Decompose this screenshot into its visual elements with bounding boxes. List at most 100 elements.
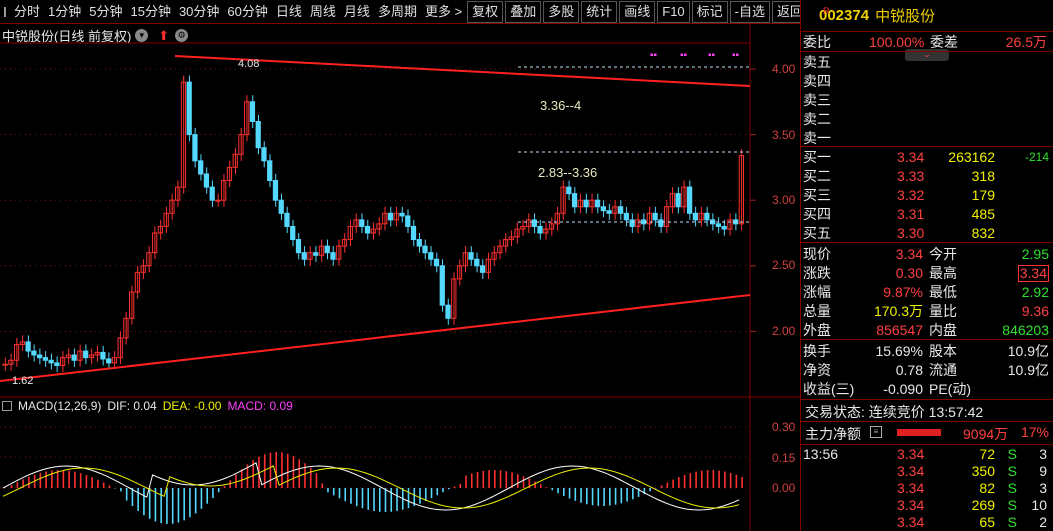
sell-level-label: 卖五: [803, 54, 831, 70]
tick-count: 10: [1031, 497, 1047, 513]
annotation-lower: 2.83--3.36: [538, 165, 598, 180]
tick-volume: 65: [979, 514, 995, 530]
sell-level-label: 卖四: [803, 73, 831, 89]
buy-level-label: 买五: [803, 225, 831, 241]
buy-volume: 179: [971, 187, 995, 203]
fund-label: 净资: [803, 362, 831, 378]
buy-volume: 263162: [948, 149, 995, 165]
tick-time: 13:56: [803, 446, 839, 462]
fund-label: 股本: [929, 343, 957, 359]
macd-dea: DEA: -0.00: [162, 399, 222, 413]
macd-value: MACD: 0.09: [227, 399, 293, 413]
main-flow-value: 9094万: [963, 426, 1009, 442]
stat-value: 3.34: [895, 246, 923, 262]
buy-level-row[interactable]: 买五 3.30 832: [803, 224, 1051, 243]
trade-status: 交易状态: 连续竞价 13:57:42: [805, 404, 984, 420]
tick-row: 3.34 350 S 9: [803, 463, 1051, 480]
stat-label: 最低: [929, 284, 957, 300]
sell-level-label: 卖二: [803, 111, 831, 127]
stat-row: 涨幅 9.87% 最低 2.92: [803, 283, 1051, 302]
high-label: 4.08: [238, 58, 260, 70]
main-flow-pct: 17%: [1020, 424, 1049, 440]
buy-price: 3.34: [897, 149, 925, 165]
buy-price: 3.32: [897, 187, 925, 203]
candlestick-chart[interactable]: ▪▪ ▪▪ ▪▪ ▪▪: [0, 0, 800, 531]
buy-level-row[interactable]: 买一 3.34 263162 -214: [803, 148, 1051, 167]
sell-level-row: 卖五: [803, 53, 1051, 72]
stat-value: 9.87%: [883, 284, 923, 300]
stat-label: 总量: [803, 303, 831, 319]
stat-row: 总量 170.3万 量比 9.36: [803, 302, 1051, 321]
tick-price: 3.34: [897, 446, 925, 462]
main-flow-label: 主力净额: [805, 426, 861, 442]
tick-side: S: [1007, 463, 1017, 479]
stat-value: 0.30: [895, 265, 923, 281]
buy-level-row[interactable]: 买四 3.31 485: [803, 205, 1051, 224]
fundamental-row: 净资 0.78 流通 10.9亿: [803, 361, 1051, 380]
fund-value: 10.9亿: [1007, 343, 1049, 359]
macd-title: MACD(12,26,9) DIF: 0.04 DEA: -0.00 MACD:…: [2, 399, 293, 413]
tick-price: 3.34: [897, 463, 925, 479]
stat-label: 涨跌: [803, 265, 831, 281]
buy-level-label: 买三: [803, 187, 831, 203]
tick-count: 9: [1039, 463, 1047, 479]
tick-row: 3.34 269 S 10: [803, 497, 1051, 514]
r-tag: R: [823, 6, 830, 16]
stat-value: 170.3万: [873, 303, 923, 319]
stat-row: 外盘 856547 内盘 846203: [803, 321, 1051, 340]
stat-label: 最高: [929, 265, 957, 281]
svg-text:▪▪: ▪▪: [732, 50, 740, 61]
fund-value: 10.9亿: [1007, 362, 1049, 378]
buy-price: 3.30: [897, 225, 925, 241]
tick-price: 3.34: [897, 514, 925, 530]
tick-volume: 350: [971, 463, 995, 479]
low-label: 1.62: [12, 375, 34, 387]
fund-value: 15.69%: [875, 343, 923, 359]
weibi-label: 委比: [803, 34, 831, 50]
tick-price: 3.34: [897, 480, 925, 496]
svg-text:▪▪: ▪▪: [650, 50, 658, 61]
buy-price: 3.31: [897, 206, 925, 222]
stat-value: 2.92: [1021, 284, 1049, 300]
stat-value: 9.36: [1021, 303, 1049, 319]
menu-icon[interactable]: ≡: [870, 426, 882, 438]
tick-count: 3: [1039, 446, 1047, 462]
tick-volume: 72: [979, 446, 995, 462]
fund-label: PE(动): [929, 381, 971, 397]
stat-row: 涨跌 0.30 最高 3.34: [803, 264, 1051, 283]
stat-value: 856547: [876, 322, 923, 338]
buy-price: 3.33: [897, 168, 925, 184]
buy-volume: 485: [971, 206, 995, 222]
buy-level-row[interactable]: 买二 3.33 318: [803, 167, 1051, 186]
buy-volume: 318: [971, 168, 995, 184]
tick-count: 2: [1039, 514, 1047, 530]
sell-level-row: 卖四: [803, 72, 1051, 91]
buy-level-label: 买一: [803, 149, 831, 165]
buy-change: -214: [1024, 150, 1049, 164]
sell-level-label: 卖三: [803, 92, 831, 108]
stat-value: 3.34: [1017, 265, 1049, 282]
stat-row: 现价 3.34 今开 2.95: [803, 245, 1051, 264]
buy-volume: 832: [971, 225, 995, 241]
fundamental-row: 换手 15.69% 股本 10.9亿: [803, 342, 1051, 361]
buy-level-label: 买二: [803, 168, 831, 184]
stat-value: 846203: [1002, 322, 1049, 338]
tick-volume: 269: [971, 497, 995, 513]
sell-level-row: 卖二: [803, 110, 1051, 129]
stat-label: 量比: [929, 303, 957, 319]
buy-level-row[interactable]: 买三 3.32 179: [803, 186, 1051, 205]
annotation-upper: 3.36--4: [540, 98, 582, 113]
stat-label: 今开: [929, 246, 957, 262]
stat-label: 现价: [803, 246, 831, 262]
fund-label: 流通: [929, 362, 957, 378]
svg-text:▪▪: ▪▪: [680, 50, 688, 61]
fund-value: 0.78: [895, 362, 923, 378]
fund-value: -0.090: [883, 381, 923, 397]
tick-side: S: [1007, 497, 1017, 513]
macd-square-icon[interactable]: [2, 401, 12, 411]
tick-row: 3.34 82 S 3: [803, 480, 1051, 497]
tick-row: 13:56 3.34 72 S 3: [803, 446, 1051, 463]
tick-side: S: [1007, 480, 1017, 496]
svg-text:▪▪: ▪▪: [708, 50, 716, 61]
stock-header: R 002374 中锐股份: [801, 0, 1053, 32]
